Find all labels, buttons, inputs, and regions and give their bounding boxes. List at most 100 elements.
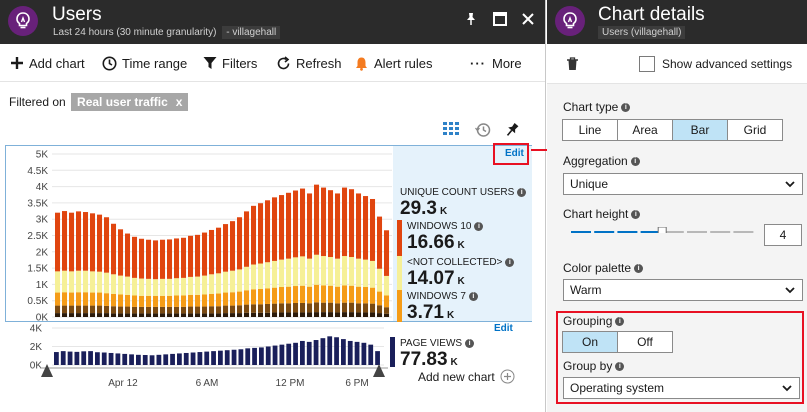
time-range-button[interactable]: Time range: [102, 54, 187, 72]
color-palette-select[interactable]: Warm: [563, 279, 803, 301]
page-views-bar: [149, 355, 155, 365]
bar-segment: [55, 313, 61, 317]
bar-segment: [90, 271, 96, 293]
grid-view-icon[interactable]: [443, 122, 459, 140]
color-palette-label: Color palette i: [563, 261, 644, 275]
bar-segment: [230, 221, 236, 271]
chart-height-input[interactable]: 4: [764, 224, 802, 246]
slider-segment: [594, 231, 615, 233]
bar-segment: [356, 303, 362, 313]
bar-segment: [328, 285, 334, 303]
bar-segment: [160, 306, 166, 314]
more-button[interactable]: ··· More: [470, 54, 522, 72]
page-views-bar-chart: 4K 2K 0K Apr 12 6 AM 12 PM 6 PM: [30, 324, 388, 389]
legend-windows-10[interactable]: WINDOWS 10 i 16.66 K: [407, 221, 484, 254]
filters-button[interactable]: Filters: [203, 54, 257, 72]
bar-segment: [230, 270, 236, 293]
bar-segment: [83, 270, 89, 293]
bar-segment: [349, 312, 355, 317]
bar-segment: [125, 276, 131, 295]
bar-segment: [363, 196, 369, 260]
bar-segment: [195, 234, 201, 277]
legend-total: UNIQUE COUNT USERS i 29.3 K: [400, 187, 527, 220]
info-icon: i: [615, 317, 625, 327]
group-by-select[interactable]: Operating system: [563, 377, 800, 399]
filter-chip[interactable]: Real user traffic x: [71, 93, 189, 111]
bar-segment: [258, 288, 264, 305]
clock-icon: [102, 56, 117, 70]
bar-segment: [314, 302, 320, 313]
chart-type-bar[interactable]: Bar: [672, 119, 728, 141]
chart-type-line[interactable]: Line: [562, 119, 618, 141]
add-new-chart-button[interactable]: Add new chart: [418, 369, 515, 384]
aggregation-select[interactable]: Unique: [563, 173, 803, 195]
bar-segment: [258, 203, 264, 264]
bar-segment: [363, 303, 369, 313]
page-views-bar: [259, 347, 264, 365]
bar-segment: [321, 302, 327, 313]
bar-segment: [160, 295, 166, 307]
bar-segment: [69, 313, 75, 317]
bar-segment: [342, 285, 348, 303]
page-views-bar: [101, 352, 107, 365]
bar-segment: [97, 292, 103, 306]
bar-segment: [97, 313, 103, 317]
grouping-off-option[interactable]: Off: [617, 331, 673, 353]
slider-thumb: [657, 227, 667, 233]
chart-details-toolbar: Show advanced settings: [547, 44, 807, 84]
bar-segment: [223, 292, 229, 306]
bar-segment: [209, 313, 215, 317]
blade-toolbar: Add chart Time range Filters Refresh Ale…: [0, 44, 545, 82]
pin-icon[interactable]: [461, 9, 481, 29]
chart-type-area[interactable]: Area: [617, 119, 673, 141]
close-icon[interactable]: [518, 9, 538, 29]
chart-type-grid[interactable]: Grid: [727, 119, 783, 141]
grouping-on-option[interactable]: On: [562, 331, 618, 353]
page-views-bar: [60, 351, 66, 365]
bar-segment: [307, 258, 313, 287]
trash-icon[interactable]: [566, 57, 579, 71]
bar-segment: [230, 305, 236, 314]
page-views-bar: [211, 351, 216, 365]
show-advanced-checkbox[interactable]: [639, 56, 655, 72]
bar-segment: [377, 291, 383, 306]
slider-segment: [640, 231, 661, 233]
maximize-icon[interactable]: [490, 9, 510, 29]
bar-segment: [188, 306, 194, 314]
bar-segment: [370, 303, 376, 313]
bar-segment: [251, 312, 257, 317]
chart-height-slider[interactable]: [571, 227, 761, 233]
bar-segment: [69, 292, 75, 306]
bar-segment: [167, 239, 173, 279]
bar-segment: [195, 306, 201, 314]
bar-segment: [83, 292, 89, 306]
remove-filter-icon[interactable]: x: [176, 95, 183, 109]
x-tick-label: 6 PM: [345, 378, 368, 389]
bar-segment: [90, 313, 96, 317]
bar-segment: [97, 214, 103, 272]
legend-not-collected[interactable]: <NOT COLLECTED> i 14.07 K: [407, 257, 515, 290]
users-blade-header: Users Last 24 hours (30 minute granulari…: [0, 0, 545, 44]
edit-mini-chart-link[interactable]: Edit: [494, 323, 513, 334]
chevron-down-icon: [782, 385, 792, 392]
bar-segment: [265, 303, 271, 313]
pin-chart-icon[interactable]: [505, 122, 519, 140]
bar-segment: [349, 302, 355, 313]
bar-segment: [188, 313, 194, 317]
bar-segment: [209, 306, 215, 314]
bar-segment: [55, 305, 61, 314]
bar-segment: [370, 287, 376, 304]
x-tick-label: 6 AM: [196, 378, 219, 389]
bar-segment: [97, 305, 103, 314]
refresh-button[interactable]: Refresh: [276, 54, 342, 72]
bar-segment: [118, 294, 124, 307]
alert-rules-button[interactable]: Alert rules: [354, 54, 433, 72]
bar-segment: [265, 262, 271, 289]
bar-segment: [335, 258, 341, 287]
legend-windows-7[interactable]: WINDOWS 7i 3.71 K: [407, 291, 478, 324]
y-tick-label: 3.5K: [27, 198, 48, 209]
bar-segment: [279, 259, 285, 288]
y-tick-label: 3K: [36, 215, 49, 226]
history-icon[interactable]: [474, 122, 491, 140]
add-chart-button[interactable]: Add chart: [10, 54, 85, 72]
